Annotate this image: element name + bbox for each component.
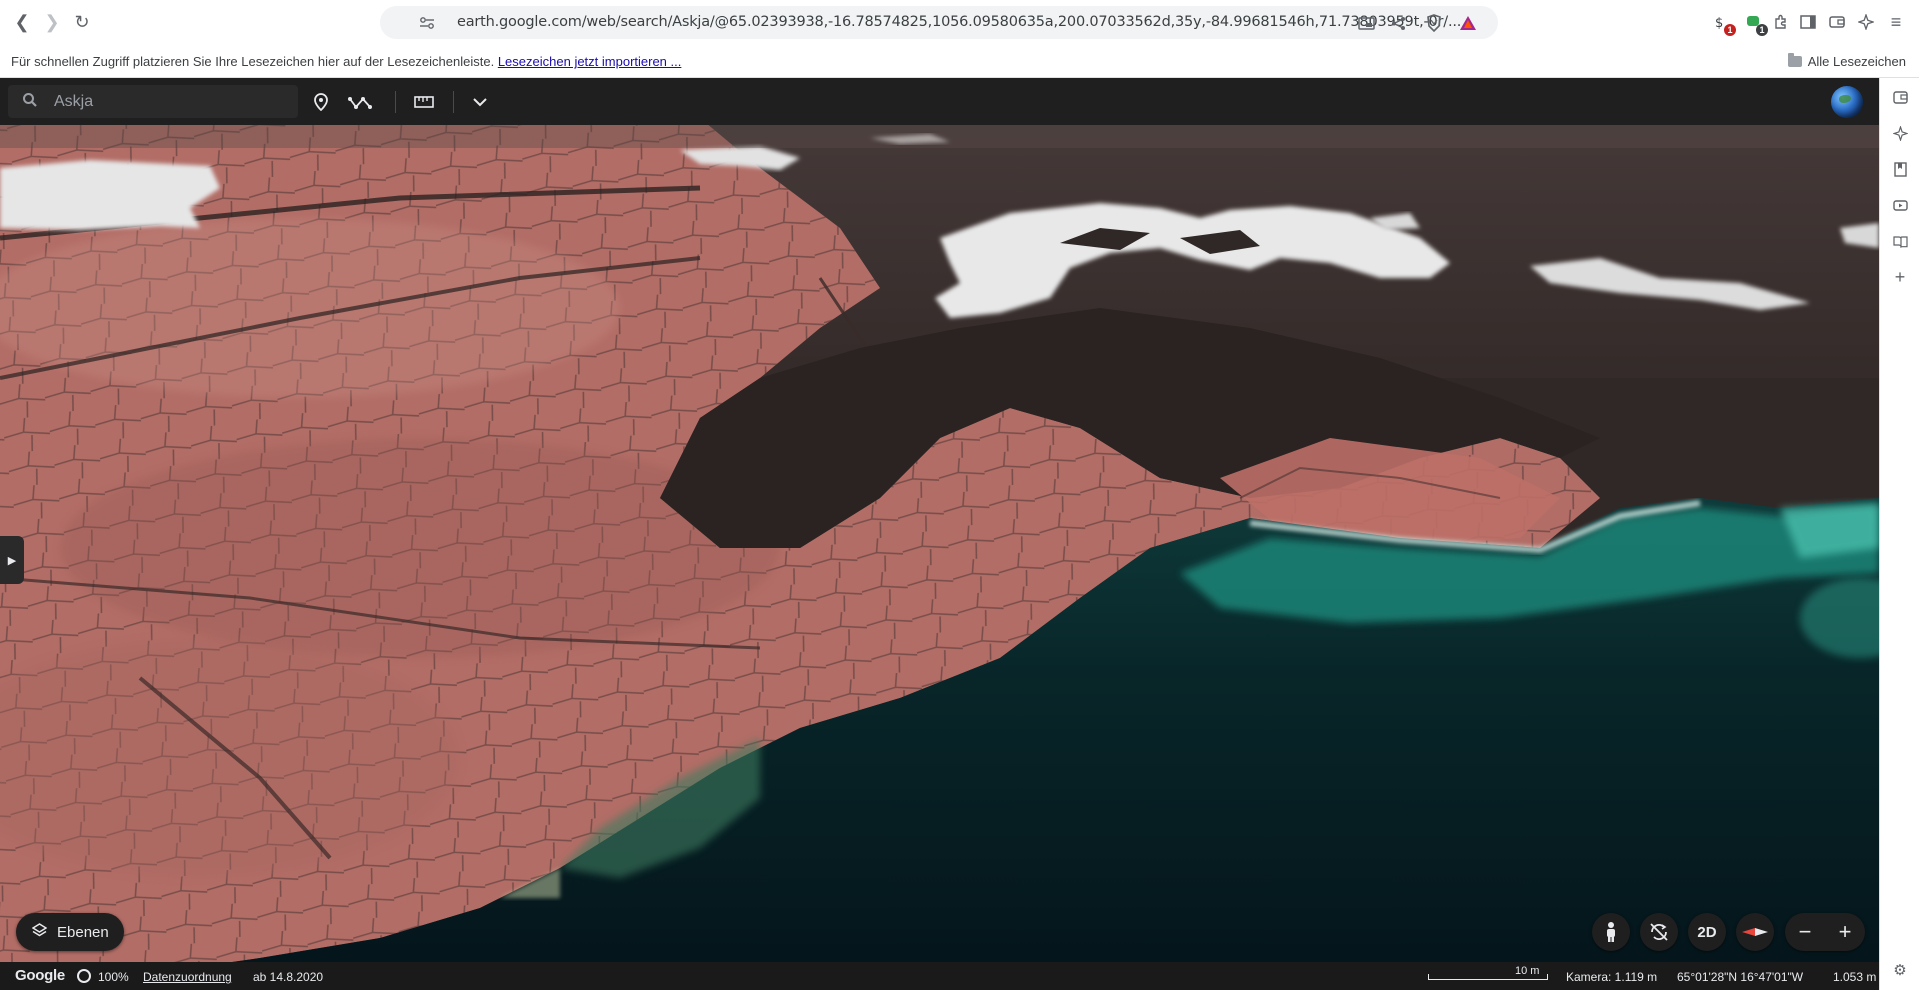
earth-viewport[interactable]: ▶ Ebenen 2D − + Google 100% Datenzuordnu… [0, 78, 1879, 990]
cast-icon[interactable] [1354, 11, 1378, 35]
extension-badge: 1 [1724, 24, 1736, 36]
sidebar-toggle-icon[interactable] [1797, 11, 1819, 33]
browser-toolbar: ❮ ❯ ↻ earth.google.com/web/search/Askja/… [0, 0, 1919, 45]
bookmarks-hint-text: Für schnellen Zugriff platzieren Sie Ihr… [11, 54, 495, 69]
extension-icon[interactable]: 1 [1742, 11, 1768, 36]
import-bookmarks-link[interactable]: Lesezeichen jetzt importieren ... [498, 54, 682, 69]
drawer-toggle-icon[interactable]: ▶ [0, 536, 24, 584]
brave-rewards-icon[interactable] [1456, 11, 1480, 35]
google-logo: Google [15, 967, 65, 984]
account-globe-icon[interactable] [1831, 86, 1863, 118]
extension-badge: 1 [1756, 24, 1768, 36]
site-settings-icon[interactable] [415, 11, 439, 35]
reload-icon[interactable]: ↻ [69, 9, 95, 35]
toolbar-divider [453, 91, 454, 113]
layers-button[interactable]: Ebenen [16, 913, 124, 951]
snow-patch [0, 160, 220, 230]
attribution-link[interactable]: Datenzuordnung [143, 970, 232, 984]
bookmarks-panel-icon[interactable] [1889, 158, 1911, 180]
share-icon[interactable] [1386, 11, 1410, 35]
search-icon [22, 92, 38, 113]
ground-elevation: 1.053 m [1833, 970, 1877, 984]
bookmarks-bar: Für schnellen Zugriff platzieren Sie Ihr… [0, 45, 1919, 78]
chevron-down-icon[interactable] [466, 88, 494, 116]
browser-side-panel: + [1879, 78, 1919, 990]
terrain-view[interactable] [0, 78, 1879, 990]
all-bookmarks-label: Alle Lesezeichen [1807, 54, 1906, 69]
load-percent: 100% [98, 970, 129, 984]
scale-bar [1428, 974, 1548, 980]
leo-ai-icon[interactable] [1889, 122, 1911, 144]
wallet-icon[interactable] [1889, 86, 1911, 108]
wallet-icon[interactable] [1826, 11, 1848, 33]
camera-altitude: Kamera: 1.119 m [1566, 970, 1658, 984]
toggle-2d-button[interactable]: 2D [1688, 913, 1726, 951]
earth-status-bar: Google 100% Datenzuordnung ab 14.8.2020 … [0, 962, 1879, 990]
svg-text:$: $ [1715, 16, 1723, 30]
reading-list-icon[interactable] [1889, 230, 1911, 252]
zoom-controls: − + [1785, 913, 1865, 951]
imagery-date: ab 14.8.2020 [253, 970, 324, 984]
leo-ai-icon[interactable] [1855, 11, 1877, 33]
address-bar[interactable]: earth.google.com/web/search/Askja/@65.02… [380, 6, 1498, 39]
loading-ring-icon [77, 969, 91, 983]
cursor-coordinates: 65°01'28"N 16°47'01"W [1677, 970, 1804, 984]
search-input[interactable] [54, 91, 284, 113]
bookmarks-hint: Für schnellen Zugriff platzieren Sie Ihr… [11, 54, 681, 69]
brave-shield-icon[interactable] [1422, 11, 1446, 35]
ruler-icon[interactable] [410, 88, 438, 116]
all-bookmarks-button[interactable]: Alle Lesezeichen [1787, 53, 1906, 69]
extensions-puzzle-icon[interactable] [1770, 11, 1792, 33]
playlist-icon[interactable] [1889, 194, 1911, 216]
toolbar-divider [395, 91, 396, 113]
zoom-out-button[interactable]: − [1785, 913, 1825, 951]
url-text: earth.google.com/web/search/Askja/@65.02… [457, 14, 1462, 30]
zoom-in-button[interactable]: + [1825, 913, 1865, 951]
compass-icon[interactable] [1736, 913, 1774, 951]
extension-icon[interactable]: $ 1 [1710, 11, 1736, 36]
back-arrow-icon[interactable]: ❮ [9, 9, 35, 35]
rotation-lock-icon[interactable] [1640, 913, 1678, 951]
layers-icon [31, 922, 48, 942]
add-panel-icon[interactable]: + [1889, 266, 1911, 288]
menu-icon[interactable]: ≡ [1885, 11, 1907, 33]
path-icon[interactable] [346, 88, 374, 116]
search-box[interactable] [8, 85, 298, 118]
layers-label: Ebenen [57, 923, 109, 941]
pegman-icon[interactable] [1592, 913, 1630, 951]
placemark-icon[interactable] [307, 88, 335, 116]
earth-top-bar [0, 78, 1879, 125]
toggle-2d-label: 2D [1697, 923, 1717, 941]
folder-icon [1787, 53, 1802, 67]
gear-icon[interactable]: ⚙ [1888, 958, 1912, 982]
forward-arrow-icon[interactable]: ❯ [39, 9, 65, 35]
